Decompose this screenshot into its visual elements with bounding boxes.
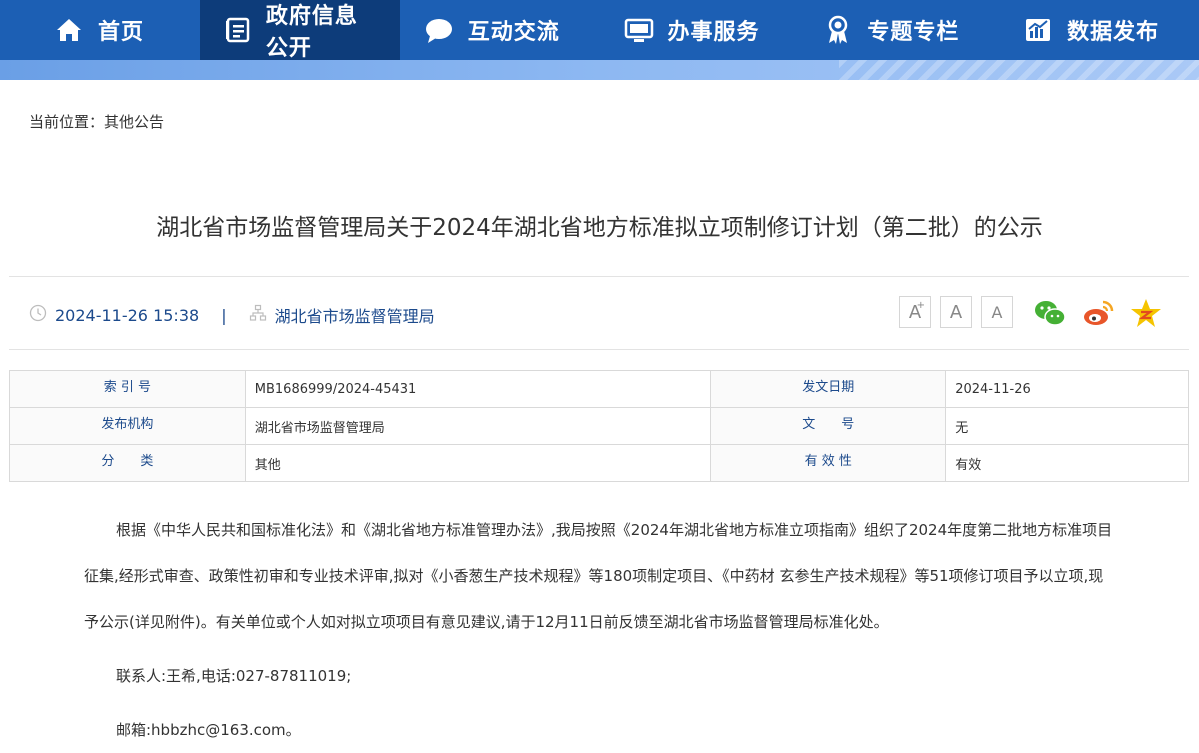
top-navigation: 首页 政府信息公开 互动交流 办事服务 专题专栏 数据发布 <box>0 0 1199 61</box>
article-meta: 2024-11-26 15:38 | 湖北省市场监督管理局 <box>29 303 435 327</box>
page-title: 湖北省市场监督管理局关于2024年湖北省地方标准拟立项制修订计划（第二批）的公示 <box>156 215 1043 241</box>
nav-item-data[interactable]: 数据发布 <box>999 0 1199 60</box>
breadcrumb-prefix: 当前位置： <box>29 113 105 131</box>
nav-label: 首页 <box>98 20 145 45</box>
meta-separator: | <box>221 305 227 325</box>
font-size-controls: A + A A <box>899 296 1013 328</box>
qzone-icon[interactable] <box>1129 296 1163 330</box>
nav-label: 政府信息公开 <box>265 4 358 61</box>
nav-item-gov-info[interactable]: 政府信息公开 <box>199 0 400 61</box>
document-meta-table: 索 引 号 MB1686999/2024-45431 发文日期 2024-11-… <box>9 370 1189 482</box>
meta-value: MB1686999/2024-45431 <box>244 370 712 408</box>
org-tree-icon <box>249 304 267 326</box>
share-bar <box>1033 296 1163 330</box>
breadcrumb: 当前位置：其他公告 <box>29 111 164 132</box>
font-increase-button[interactable]: A + <box>899 296 931 328</box>
meta-key: 有 效 性 <box>710 444 947 482</box>
font-decrease-button[interactable]: A <box>981 296 1013 328</box>
breadcrumb-current[interactable]: 其他公告 <box>104 113 164 131</box>
nav-label: 互动交流 <box>467 20 560 45</box>
award-ribbon-icon <box>823 15 853 45</box>
header-decoration-band <box>0 60 1199 80</box>
meta-key: 发布机构 <box>9 407 246 445</box>
monitor-icon <box>624 15 654 45</box>
divider-top <box>9 276 1189 277</box>
nav-item-interaction[interactable]: 互动交流 <box>400 0 600 60</box>
meta-key: 发文日期 <box>710 370 947 408</box>
publish-datetime: 2024-11-26 15:38 <box>55 305 200 325</box>
email-line: 邮箱:hbbzhc@163.com。 <box>116 721 301 739</box>
wechat-icon[interactable] <box>1033 296 1067 330</box>
divider-bottom <box>9 349 1189 350</box>
contact-line: 联系人:王希,电话:027-87811019; <box>116 667 352 685</box>
meta-key: 分 类 <box>9 444 246 482</box>
nav-label: 办事服务 <box>667 20 760 45</box>
home-icon <box>54 15 84 45</box>
document-list-icon <box>224 15 252 45</box>
meta-value: 其他 <box>244 444 712 482</box>
weibo-icon[interactable] <box>1081 296 1115 330</box>
meta-key: 索 引 号 <box>9 370 246 408</box>
table-row: 分 类 其他 有 效 性 有效 <box>9 444 1189 482</box>
chat-bubble-icon <box>424 15 454 45</box>
nav-item-topics[interactable]: 专题专栏 <box>799 0 999 60</box>
table-row: 发布机构 湖北省市场监督管理局 文 号 无 <box>9 407 1189 445</box>
bar-chart-icon <box>1023 15 1053 45</box>
meta-key: 文 号 <box>710 407 947 445</box>
nav-item-home[interactable]: 首页 <box>30 0 200 60</box>
meta-value: 湖北省市场监督管理局 <box>244 407 712 445</box>
article-body: 根据《中华人民共和国标准化法》和《湖北省地方标准管理办法》,我局按照《2024年… <box>84 507 1114 753</box>
font-normal-button[interactable]: A <box>940 296 972 328</box>
publisher-name: 湖北省市场监督管理局 <box>274 307 435 326</box>
nav-item-services[interactable]: 办事服务 <box>600 0 800 60</box>
nav-label: 数据发布 <box>1067 20 1160 45</box>
clock-icon <box>29 304 47 326</box>
meta-value: 无 <box>945 407 1189 445</box>
table-row: 索 引 号 MB1686999/2024-45431 发文日期 2024-11-… <box>9 370 1189 408</box>
body-paragraph: 根据《中华人民共和国标准化法》和《湖北省地方标准管理办法》,我局按照《2024年… <box>84 521 1113 631</box>
nav-label: 专题专栏 <box>867 20 960 45</box>
meta-value: 2024-11-26 <box>945 370 1189 408</box>
meta-value: 有效 <box>945 444 1189 482</box>
